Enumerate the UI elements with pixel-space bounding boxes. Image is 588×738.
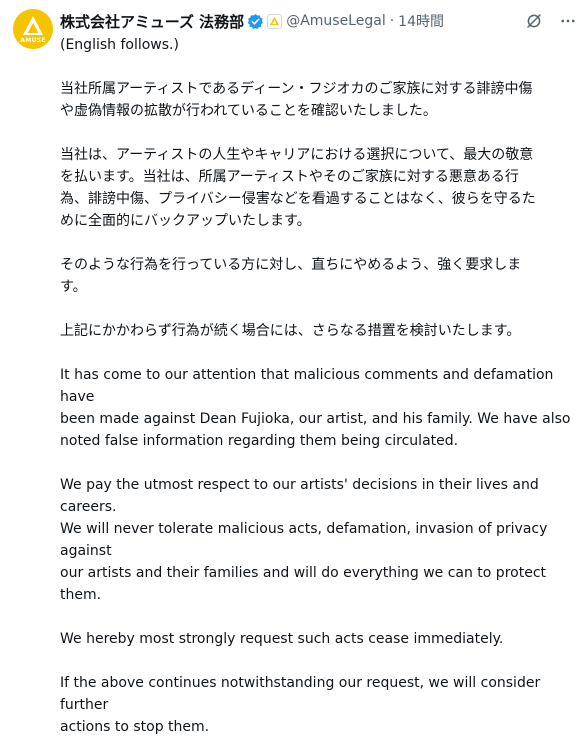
avatar[interactable]: AMUSE (13, 9, 53, 49)
post-paragraph: 上記にかかわらず行為が続く場合には、さらなる措置を検討いたします。 (60, 323, 521, 339)
separator-dot: · (389, 13, 395, 29)
post-paragraph: 当社は、アーティストの人生やキャリアにおける選択について、最大の敬意 を払います… (60, 147, 536, 229)
header-actions (524, 11, 578, 31)
post-paragraph: 当社所属アーティストであるディーン・フジオカのご家族に対する誹謗中傷 や虚偽情報… (60, 81, 533, 119)
more-options-icon[interactable] (558, 11, 578, 31)
grok-icon[interactable] (524, 11, 544, 31)
post-paragraph: そのような行為を行っている方に対し、直ちにやめるよう、強く要求しま す。 (60, 257, 522, 295)
post-text: (English follows.) 当社所属アーティストであるディーン・フジオ… (60, 34, 580, 738)
handle[interactable]: @AmuseLegal (286, 13, 386, 29)
post-paragraph: It has come to our attention that malici… (60, 367, 571, 449)
post-paragraph: We pay the utmost respect to our artists… (60, 477, 548, 603)
timestamp[interactable]: 14時間 (398, 11, 444, 31)
post-paragraph: We hereby most strongly request such act… (60, 631, 504, 647)
post-paragraph: If the above continues notwithstanding o… (60, 675, 541, 735)
avatar-logo-text: AMUSE (20, 37, 46, 44)
amuse-affiliate-badge-icon[interactable] (267, 13, 283, 29)
verified-badge-icon[interactable] (247, 13, 264, 30)
display-name[interactable]: 株式会社アミューズ 法務部 (60, 11, 244, 32)
post-header: 株式会社アミューズ 法務部 @AmuseLegal · 14時間 (60, 10, 578, 32)
post-paragraph: (English follows.) (60, 37, 179, 53)
